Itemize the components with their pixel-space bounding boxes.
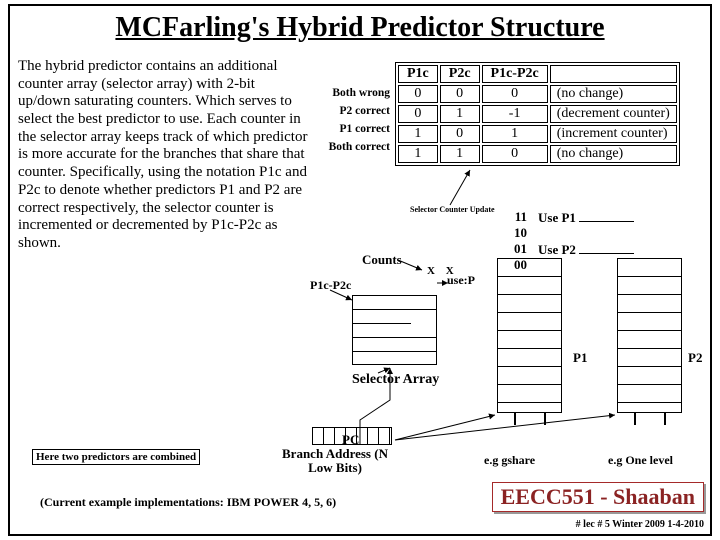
row-label: Both correct — [310, 138, 390, 156]
body-paragraph: The hybrid predictor contains an additio… — [18, 58, 308, 253]
th — [550, 65, 677, 83]
selector-array-label: Selector Array — [352, 372, 439, 388]
combined-note: Here two predictors are combined — [32, 449, 200, 465]
eg-onelevel-label: e.g One level — [608, 453, 673, 468]
th: P2c — [440, 65, 480, 83]
course-badge: EECC551 - Shaaban — [492, 482, 704, 512]
selector-update-table: P1c P2c P1c-P2c 000(no change) 01-1(decr… — [395, 62, 680, 166]
counts-label: Counts — [362, 252, 402, 268]
eg-gshare-label: e.g gshare — [484, 453, 535, 468]
branch-address-label: Branch Address (N Low Bits) — [275, 447, 395, 475]
selector-array-box — [352, 295, 437, 365]
th: P1c — [398, 65, 438, 83]
predictor-p2-box — [617, 258, 682, 413]
p2-label: P2 — [688, 350, 702, 366]
truth-table-row-labels: Both wrong P2 correct P1 correct Both co… — [310, 84, 390, 156]
underline — [579, 221, 634, 222]
underline — [579, 253, 634, 254]
row-label: Both wrong — [310, 84, 390, 102]
slide-title: MCFarling's Hybrid Predictor Structure — [10, 6, 710, 44]
row-label: P1 correct — [310, 120, 390, 138]
implementations-note: (Current example implementations: IBM PO… — [40, 495, 336, 510]
lecture-footer: # lec # 5 Winter 2009 1-4-2010 — [576, 519, 704, 530]
use-p-label: use:P — [447, 273, 475, 288]
selector-counter-update-label: Selector Counter Update — [410, 205, 495, 214]
row-label: P2 correct — [310, 102, 390, 120]
th: P1c-P2c — [482, 65, 548, 83]
p1c-p2c-label: P1c-P2c — [310, 278, 351, 293]
use-predictor-labels: Use P1 Use P2 — [538, 210, 634, 258]
p1-label: P1 — [573, 350, 587, 366]
predictor-p1-box — [497, 258, 562, 413]
